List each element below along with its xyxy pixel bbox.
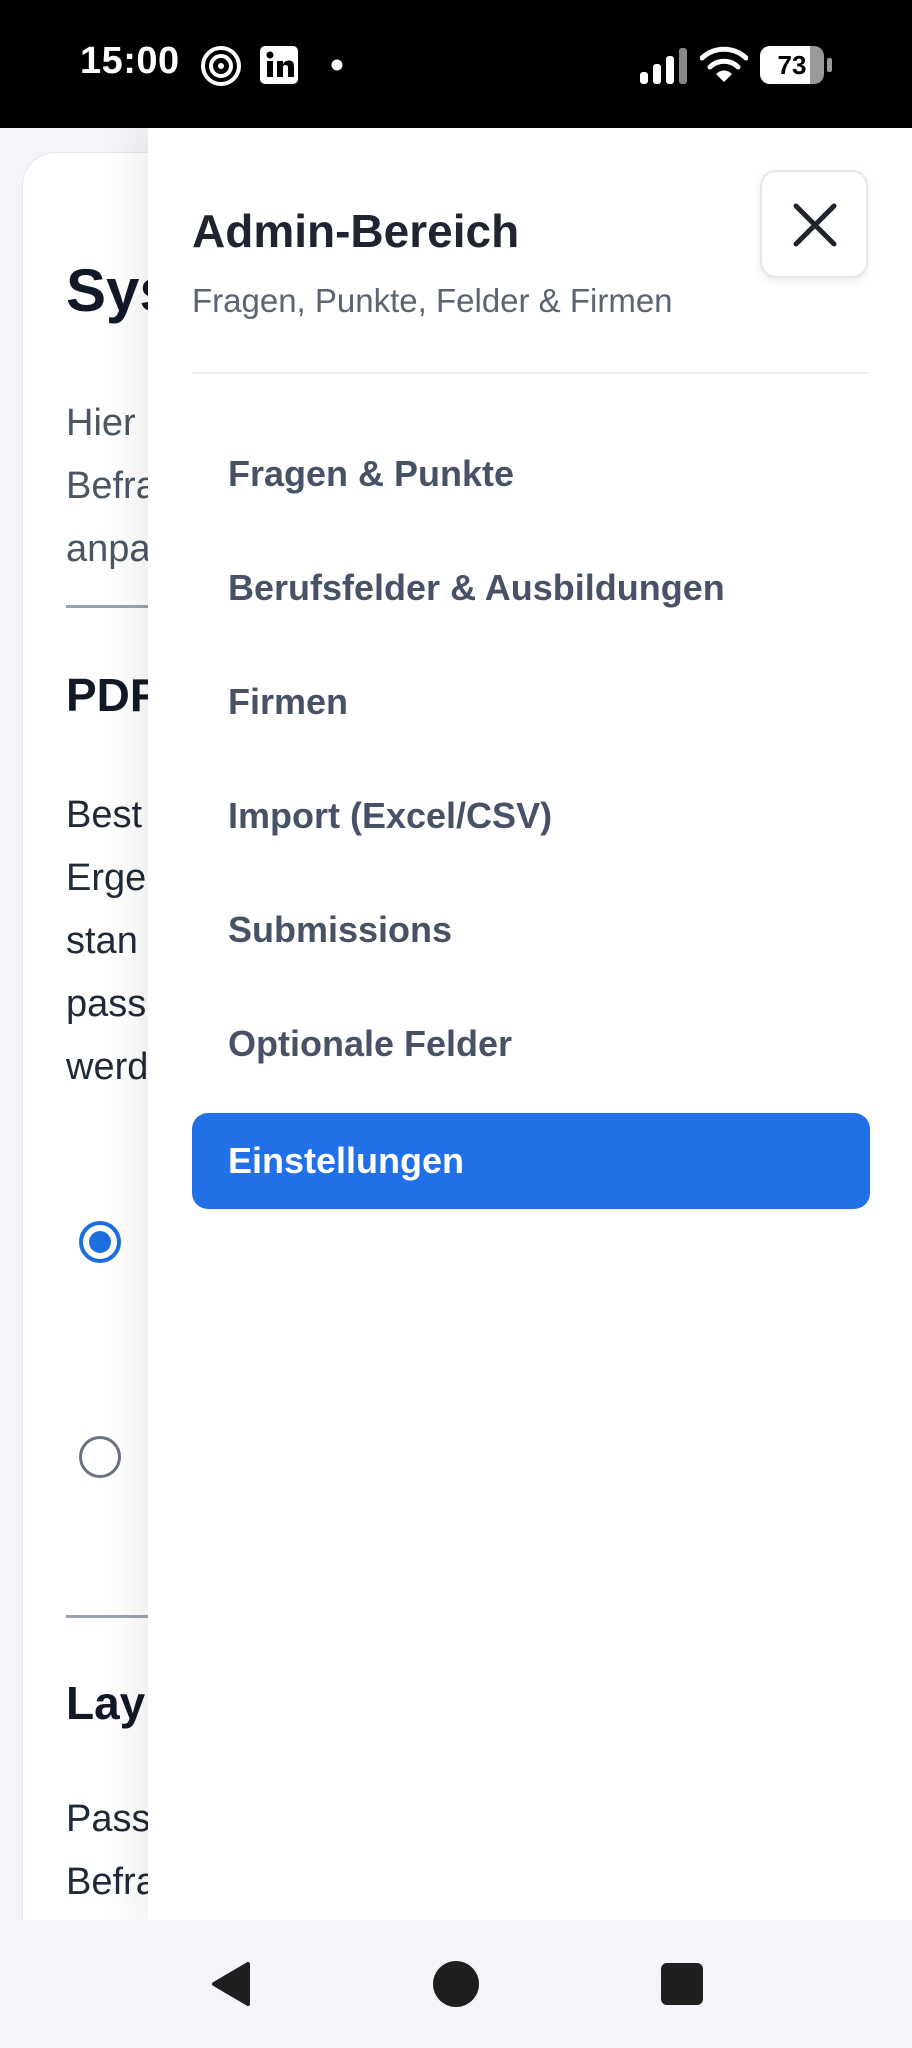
section-title-pdf: PDF: [66, 669, 158, 721]
intro-line: Befra: [66, 465, 157, 507]
section-title-layout: Lay: [66, 1677, 146, 1729]
close-icon: [793, 203, 837, 247]
drawer-subtitle: Fragen, Punkte, Felder & Firmen: [192, 282, 673, 319]
menu-item-label: Submissions: [228, 909, 453, 950]
section-text-line: Erge: [66, 857, 147, 899]
linkedin-icon: [260, 46, 298, 84]
menu-item-label: Berufsfelder & Ausbildungen: [228, 567, 725, 608]
menu-item-label: Firmen: [228, 681, 349, 722]
battery-icon: 73: [760, 46, 834, 84]
section-text-line: stan: [66, 920, 138, 962]
drawer-title: Admin-Bereich: [192, 205, 520, 257]
menu-item-label: Einstellungen: [228, 1140, 465, 1181]
section-text-line: Pass: [66, 1798, 151, 1840]
pdf-option-radio-selected[interactable]: [79, 1221, 121, 1263]
menu-item-label: Import (Excel/CSV): [228, 795, 553, 836]
menu-item-optionale-felder[interactable]: Optionale Felder: [192, 996, 870, 1092]
battery-level: 73: [777, 50, 807, 80]
section-text-line: Befra: [66, 1861, 157, 1903]
status-bar: 15:00 73: [0, 0, 912, 128]
intro-line: Hier: [66, 402, 136, 444]
menu-item-import[interactable]: Import (Excel/CSV): [192, 768, 870, 864]
menu-item-einstellungen[interactable]: Einstellungen: [192, 1113, 870, 1209]
pdf-option-radio[interactable]: [79, 1436, 121, 1478]
notification-dot-icon: [331, 59, 343, 71]
admin-drawer: Admin-Bereich Fragen, Punkte, Felder & F…: [148, 128, 912, 1920]
close-drawer-button[interactable]: [760, 170, 868, 278]
menu-item-label: Fragen & Punkte: [228, 453, 515, 494]
status-time: 15:00: [80, 40, 180, 82]
system-nav-bar: [0, 1920, 912, 2048]
section-text-line: pass: [66, 983, 147, 1025]
recents-icon[interactable]: [658, 1960, 706, 2008]
menu-item-firmen[interactable]: Firmen: [192, 654, 870, 750]
menu-item-fragen-punkte[interactable]: Fragen & Punkte: [192, 426, 870, 522]
wifi-icon: [700, 46, 748, 82]
menu-item-submissions[interactable]: Submissions: [192, 882, 870, 978]
signal-icon: [640, 48, 687, 84]
drawer-divider: [192, 372, 870, 374]
back-icon[interactable]: [208, 1960, 256, 2008]
section-text-line: werd: [66, 1046, 149, 1088]
home-icon[interactable]: [432, 1960, 480, 2008]
intro-line: anpa: [66, 528, 151, 570]
section-text-line: Best: [66, 794, 143, 836]
threads-icon: [201, 46, 241, 86]
menu-item-berufsfelder[interactable]: Berufsfelder & Ausbildungen: [192, 540, 870, 636]
menu-item-label: Optionale Felder: [228, 1023, 513, 1064]
